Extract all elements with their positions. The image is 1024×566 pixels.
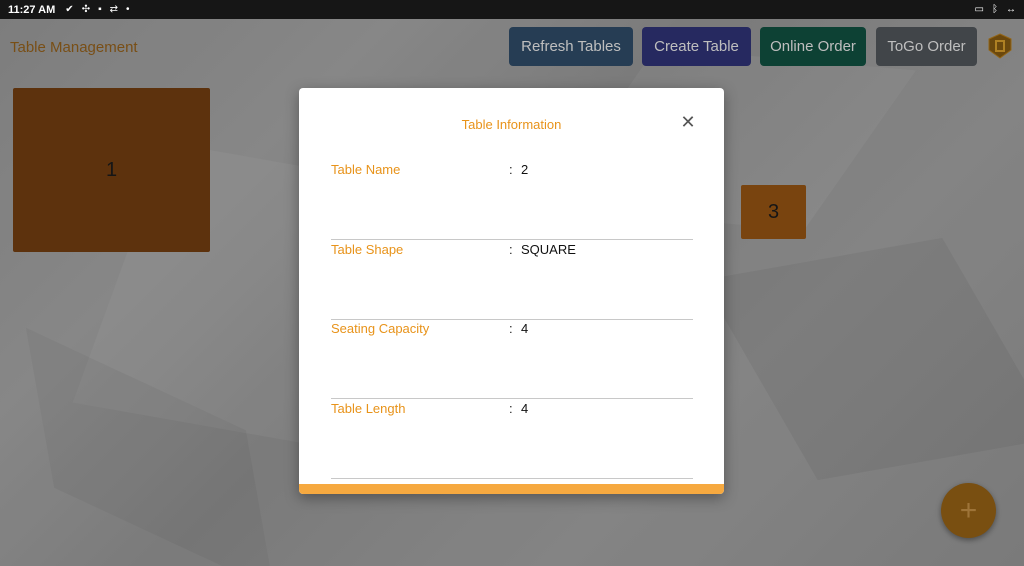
field-label: Table Length [331,401,406,416]
dialog-footer-bar [299,484,724,494]
field-label: Table Shape [331,242,404,257]
field-value: 4 [521,401,529,416]
field-value: SQUARE [521,242,576,257]
field-separator: : [509,242,513,257]
app-icon: ▪ [98,4,102,15]
field-value: 2 [521,162,529,177]
table-information-dialog: Table Information ✕ Table Name : 2 Table… [299,88,724,494]
info-row-table-length: Table Length : 4 [331,398,693,479]
app-screen: Table Management Refresh Tables Create T… [0,19,1024,566]
teamviewer-icon: ⇄ [109,4,119,15]
status-bar: 11:27 AM ✔ ✣ ▪ ⇄ • ▭ ᛒ ↔ [0,0,1024,19]
field-separator: : [509,401,513,416]
close-icon[interactable]: ✕ [679,113,697,131]
field-separator: : [509,321,513,336]
fan-icon: ✣ [81,4,91,15]
dialog-title: Table Information [461,117,562,132]
check-icon: ✔ [65,4,74,15]
status-time: 11:27 AM [8,3,56,16]
info-row-seating-capacity: Seating Capacity : 4 [331,318,693,399]
field-label: Seating Capacity [331,321,430,336]
dot-icon: • [126,4,130,15]
link-icon: ↔ [1006,4,1016,15]
info-row-table-shape: Table Shape : SQUARE [331,239,693,320]
bluetooth-icon: ᛒ [992,4,998,15]
field-label: Table Name [331,162,401,177]
field-value: 4 [521,321,529,336]
info-row-table-name: Table Name : 2 [331,159,693,240]
cast-icon: ▭ [974,4,984,15]
field-separator: : [509,162,513,177]
